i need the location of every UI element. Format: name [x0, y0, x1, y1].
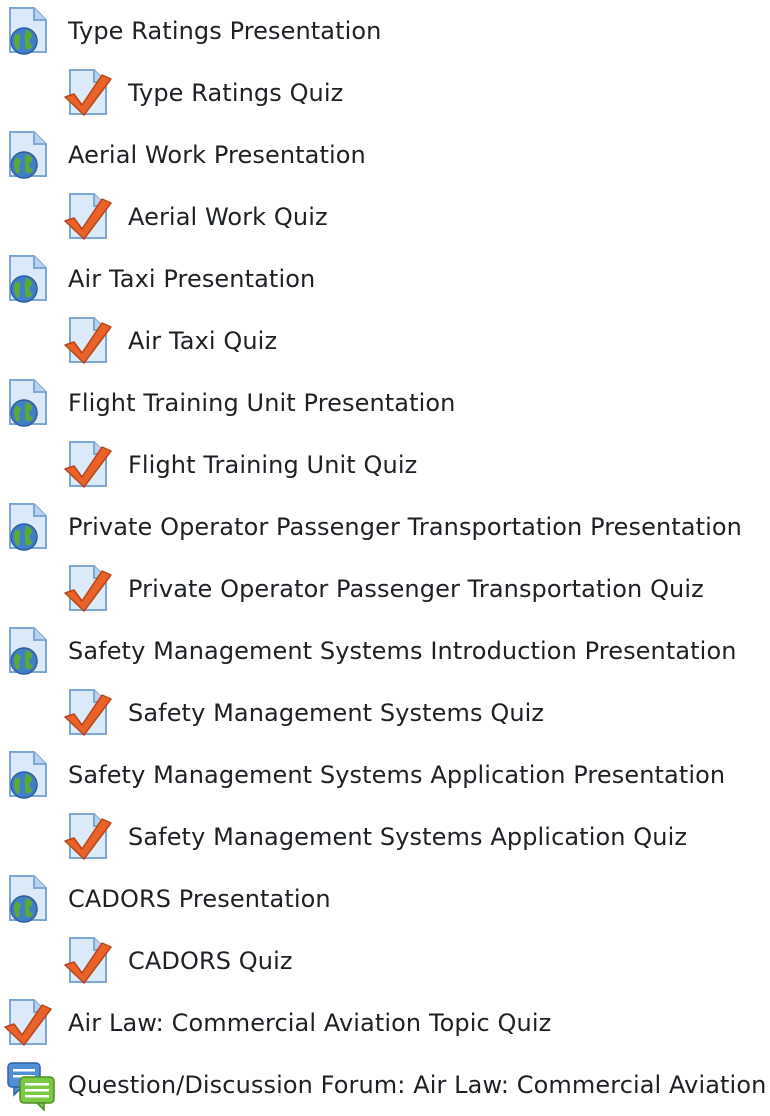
globe-page-icon	[0, 377, 56, 429]
activity-flight-training-unit-quiz[interactable]: Flight Training Unit Quiz	[0, 434, 770, 496]
activity-aerial-work-quiz[interactable]: Aerial Work Quiz	[0, 186, 770, 248]
activity-air-taxi-presentation[interactable]: Air Taxi Presentation	[0, 248, 770, 310]
quiz-checkmark-icon	[60, 563, 116, 615]
quiz-checkmark-icon	[60, 67, 116, 119]
activity-label[interactable]: Air Taxi Presentation	[68, 264, 315, 294]
activity-type-ratings-quiz[interactable]: Type Ratings Quiz	[0, 62, 770, 124]
forum-chat-icon	[0, 1059, 56, 1111]
activity-sms-application-presentation[interactable]: Safety Management Systems Application Pr…	[0, 744, 770, 806]
activity-label[interactable]: Aerial Work Quiz	[128, 202, 328, 232]
activity-type-ratings-presentation[interactable]: Type Ratings Presentation	[0, 0, 770, 62]
activity-air-taxi-quiz[interactable]: Air Taxi Quiz	[0, 310, 770, 372]
quiz-checkmark-icon	[60, 439, 116, 491]
quiz-checkmark-icon	[60, 811, 116, 863]
activity-sms-introduction-presentation[interactable]: Safety Management Systems Introduction P…	[0, 620, 770, 682]
activity-private-operator-presentation[interactable]: Private Operator Passenger Transportatio…	[0, 496, 770, 558]
globe-page-icon	[0, 5, 56, 57]
globe-page-icon	[0, 129, 56, 181]
quiz-checkmark-icon	[60, 935, 116, 987]
activity-cadors-quiz[interactable]: CADORS Quiz	[0, 930, 770, 992]
activity-air-law-topic-quiz[interactable]: Air Law: Commercial Aviation Topic Quiz	[0, 992, 770, 1054]
activity-label[interactable]: Safety Management Systems Application Pr…	[68, 760, 725, 790]
quiz-checkmark-icon	[60, 191, 116, 243]
activity-label[interactable]: Aerial Work Presentation	[68, 140, 366, 170]
globe-page-icon	[0, 501, 56, 553]
globe-page-icon	[0, 873, 56, 925]
activity-label[interactable]: Air Law: Commercial Aviation Topic Quiz	[68, 1008, 551, 1038]
quiz-checkmark-icon	[0, 997, 56, 1049]
activity-label[interactable]: Type Ratings Presentation	[68, 16, 382, 46]
activity-label[interactable]: Air Taxi Quiz	[128, 326, 277, 356]
activity-label[interactable]: Question/Discussion Forum: Air Law: Comm…	[68, 1070, 766, 1100]
activity-cadors-presentation[interactable]: CADORS Presentation	[0, 868, 770, 930]
globe-page-icon	[0, 625, 56, 677]
activity-aerial-work-presentation[interactable]: Aerial Work Presentation	[0, 124, 770, 186]
course-activity-list: Type Ratings Presentation Type Ratings Q…	[0, 0, 770, 1116]
globe-page-icon	[0, 253, 56, 305]
activity-label[interactable]: Flight Training Unit Quiz	[128, 450, 417, 480]
quiz-checkmark-icon	[60, 315, 116, 367]
activity-label[interactable]: Private Operator Passenger Transportatio…	[68, 512, 742, 542]
activity-label[interactable]: CADORS Quiz	[128, 946, 293, 976]
activity-label[interactable]: Safety Management Systems Introduction P…	[68, 636, 737, 666]
quiz-checkmark-icon	[60, 687, 116, 739]
activity-label[interactable]: Safety Management Systems Quiz	[128, 698, 544, 728]
activity-label[interactable]: Private Operator Passenger Transportatio…	[128, 574, 704, 604]
activity-label[interactable]: CADORS Presentation	[68, 884, 331, 914]
activity-label[interactable]: Flight Training Unit Presentation	[68, 388, 455, 418]
activity-flight-training-unit-presentation[interactable]: Flight Training Unit Presentation	[0, 372, 770, 434]
activity-label[interactable]: Safety Management Systems Application Qu…	[128, 822, 687, 852]
globe-page-icon	[0, 749, 56, 801]
activity-sms-quiz[interactable]: Safety Management Systems Quiz	[0, 682, 770, 744]
activity-sms-application-quiz[interactable]: Safety Management Systems Application Qu…	[0, 806, 770, 868]
activity-private-operator-quiz[interactable]: Private Operator Passenger Transportatio…	[0, 558, 770, 620]
activity-label[interactable]: Type Ratings Quiz	[128, 78, 343, 108]
activity-discussion-forum[interactable]: Question/Discussion Forum: Air Law: Comm…	[0, 1054, 770, 1116]
